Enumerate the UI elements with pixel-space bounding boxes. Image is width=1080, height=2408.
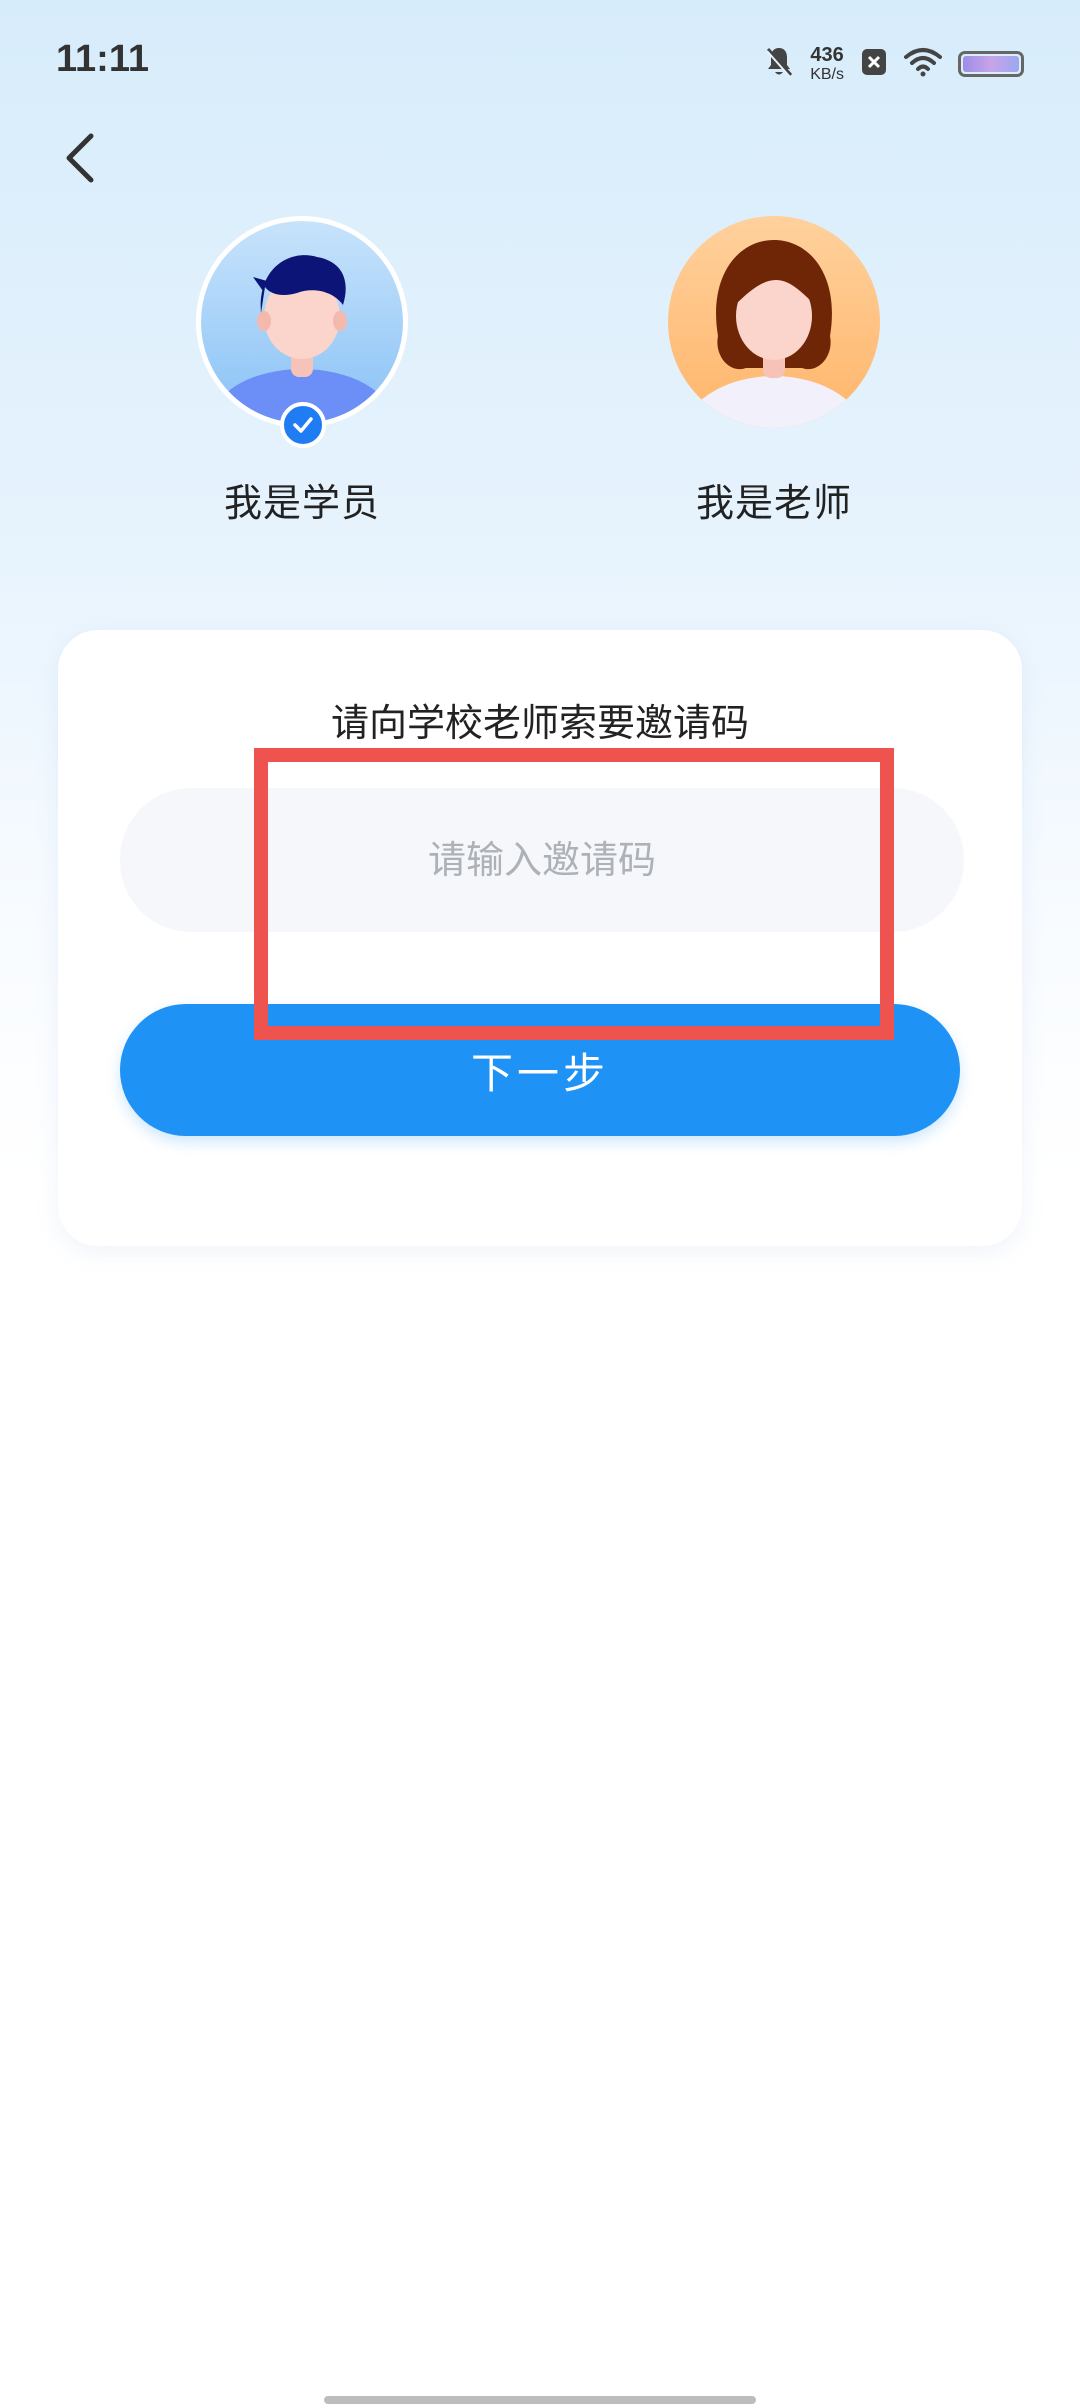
invite-code-screen: 11:11 436 KB/s 我是学员 我是老师 请向学校老师索要邀请码 请输入… xyxy=(0,0,1080,2408)
mute-bell-icon xyxy=(764,45,794,83)
selected-check-icon xyxy=(280,402,326,448)
chevron-left-icon xyxy=(66,133,94,183)
student-avatar xyxy=(196,216,408,428)
role-option-teacher[interactable]: 我是老师 xyxy=(654,216,894,527)
network-speed: 436 KB/s xyxy=(810,45,844,83)
invite-code-card: 请向学校老师索要邀请码 下一步 xyxy=(58,630,1022,1246)
role-option-student[interactable]: 我是学员 xyxy=(182,216,422,527)
network-speed-unit: KB/s xyxy=(810,66,844,83)
back-button[interactable] xyxy=(52,128,108,188)
close-box-icon xyxy=(860,47,888,81)
teacher-avatar xyxy=(668,216,880,428)
invite-code-title: 请向学校老师索要邀请码 xyxy=(330,701,749,745)
next-step-button[interactable]: 下一步 xyxy=(120,1004,960,1136)
network-speed-value: 436 xyxy=(810,44,844,66)
battery-icon xyxy=(958,51,1024,77)
status-bar: 11:11 436 KB/s xyxy=(0,0,1080,120)
student-avatar-wrap xyxy=(196,216,408,448)
invite-code-input[interactable] xyxy=(120,788,964,932)
teacher-avatar-wrap xyxy=(668,216,880,428)
role-label-teacher: 我是老师 xyxy=(695,481,852,525)
home-indicator[interactable] xyxy=(324,2396,756,2404)
status-icons: 436 KB/s xyxy=(764,42,1024,86)
status-time: 11:11 xyxy=(56,38,149,80)
wifi-icon xyxy=(904,47,942,81)
role-label-student: 我是学员 xyxy=(223,481,380,525)
